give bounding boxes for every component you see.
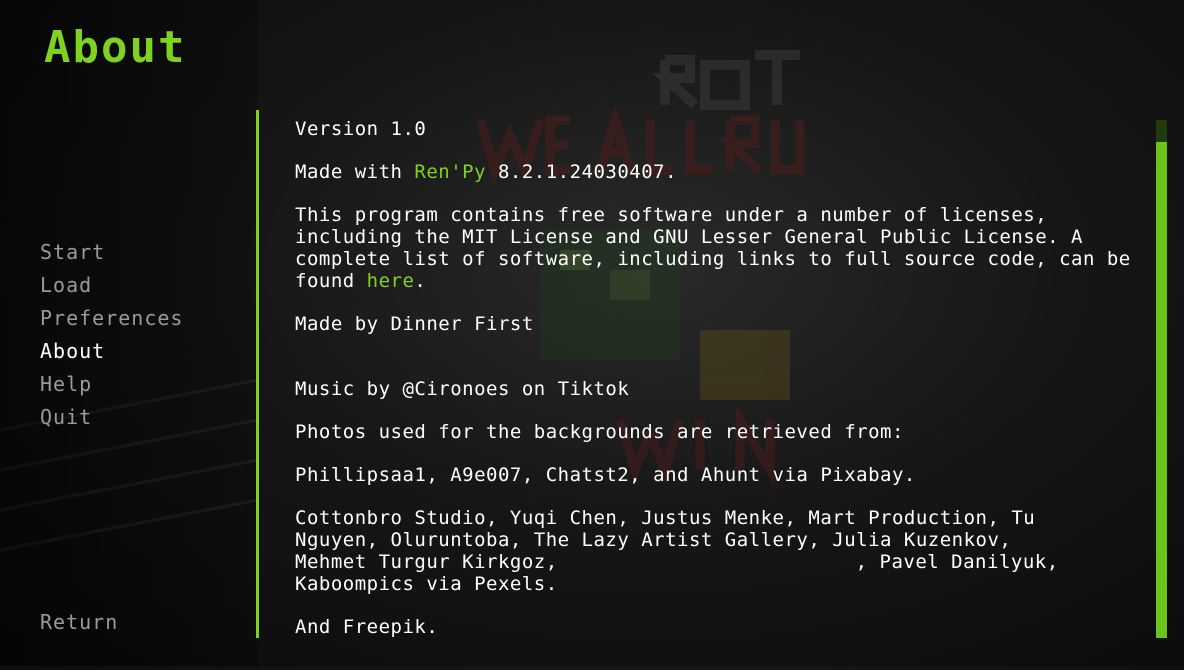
menu-item-preferences[interactable]: Preferences	[40, 302, 183, 335]
pexels-line-3a: Mehmet Turgur Kirkgoz,	[295, 551, 558, 573]
license-link[interactable]: here	[367, 270, 415, 292]
renpy-link[interactable]: Ren'Py	[414, 161, 486, 183]
pixabay-credit: Phillipsaa1, A9e007, Chatst2, and Ahunt …	[295, 464, 916, 486]
license-end: .	[414, 270, 427, 292]
pexels-line-3b: , Pavel Danilyuk,	[855, 551, 1059, 573]
main-menu: Start Load Preferences About Help Quit	[40, 236, 183, 434]
menu-item-load[interactable]: Load	[40, 269, 183, 302]
version-text: Version 1.0	[295, 118, 427, 140]
pexels-line-1: Cottonbro Studio, Yuqi Chen, Justus Menk…	[295, 507, 1036, 529]
return-button[interactable]: Return	[40, 610, 118, 634]
about-content: Version 1.0 Made with Ren'Py 8.2.1.24030…	[295, 118, 1145, 659]
license-text: This program contains free software unde…	[295, 204, 1145, 292]
pexels-line-2: Nguyen, Oluruntoba, The Lazy Artist Gall…	[295, 529, 1012, 551]
menu-item-about[interactable]: About	[40, 335, 183, 368]
scrollbar-thumb[interactable]	[1156, 142, 1167, 638]
made-with-prefix: Made with	[295, 161, 415, 183]
made-with-suffix: 8.2.1.24030407.	[486, 161, 678, 183]
freepik-credit: And Freepik.	[295, 616, 439, 638]
made-with-text: Made with Ren'Py 8.2.1.24030407.	[295, 161, 1145, 183]
photos-intro: Photos used for the backgrounds are retr…	[295, 421, 904, 443]
vertical-scrollbar[interactable]	[1156, 120, 1167, 638]
music-credit: Music by @Cironoes on Tiktok	[295, 378, 630, 400]
made-by-text: Made by Dinner First	[295, 313, 534, 335]
menu-divider	[256, 110, 259, 638]
menu-item-quit[interactable]: Quit	[40, 401, 183, 434]
menu-item-start[interactable]: Start	[40, 236, 183, 269]
pexels-line-4: Kaboompics via Pexels.	[295, 573, 558, 595]
menu-item-help[interactable]: Help	[40, 368, 183, 401]
page-title: About	[44, 22, 187, 73]
pexels-credit: Cottonbro Studio, Yuqi Chen, Justus Menk…	[295, 507, 1145, 595]
